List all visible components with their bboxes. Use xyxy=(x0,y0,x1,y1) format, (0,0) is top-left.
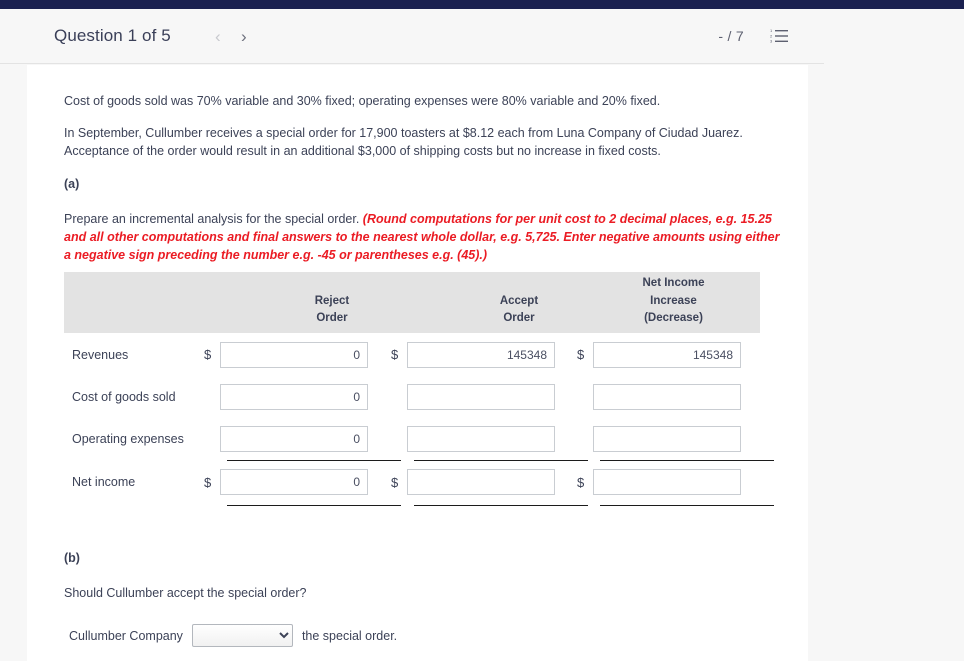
input-accept-revenues[interactable] xyxy=(407,341,555,368)
column-header-line1: Net Income xyxy=(642,277,705,290)
input-netincome-net-income[interactable] xyxy=(593,469,741,495)
paragraph-special-order: In September, Cullumber receives a speci… xyxy=(64,126,743,159)
input-reject-cogs[interactable] xyxy=(220,384,368,410)
chevron-left-icon[interactable]: ‹ xyxy=(205,23,231,49)
page-title: Question 1 of 5 xyxy=(54,26,171,45)
currency-symbol: $ xyxy=(577,347,585,362)
header-right-group: - / 7 1 2 3 xyxy=(718,28,824,44)
cell-reject-net-income: $ xyxy=(204,469,368,495)
total-rule-reject xyxy=(227,505,401,506)
column-header-line3: Order xyxy=(316,311,348,324)
cell-reject-cogs: $ xyxy=(204,384,368,410)
column-header-line3: Order xyxy=(503,311,535,324)
currency-symbol: $ xyxy=(204,347,212,362)
total-rule-accept xyxy=(414,505,588,506)
input-netincome-opex[interactable] xyxy=(593,426,741,452)
input-accept-opex[interactable] xyxy=(407,426,555,452)
cell-accept-cogs: $ xyxy=(391,384,555,410)
column-header-line2: Accept xyxy=(499,294,539,307)
row-label-net-income: Net income xyxy=(72,475,136,489)
cell-accept-opex: $ xyxy=(391,426,555,452)
part-b-answer-row: Cullumber Company should acceptshould no… xyxy=(69,624,397,647)
cell-netincome-cogs: $ xyxy=(577,384,741,410)
table-row: Operating expenses $ $ $ xyxy=(64,418,774,461)
part-a-label: (a) xyxy=(64,177,80,191)
currency-symbol: $ xyxy=(204,474,212,490)
question-page: Question 1 of 5 ‹ › - / 7 1 2 3 Cost of … xyxy=(0,0,964,661)
table-header-row: Reject Order Accept Order Net Income Inc… xyxy=(64,272,760,333)
header-left-group: Question 1 of 5 ‹ › xyxy=(0,23,257,49)
input-reject-opex[interactable] xyxy=(220,426,368,452)
accept-order-dropdown[interactable]: should acceptshould not accept xyxy=(191,624,293,647)
instruction-plain: Prepare an incremental analysis for the … xyxy=(64,212,363,226)
table-row: Net income $ $ $ xyxy=(64,460,774,506)
table-row: Revenues $ $ $ xyxy=(64,333,760,376)
part-b-question: Should Cullumber accept the special orde… xyxy=(64,586,307,600)
column-header-line2: Reject xyxy=(314,294,350,307)
column-header-line3: (Decrease) xyxy=(644,311,703,324)
column-header-line2: Increase xyxy=(650,294,697,307)
cell-accept-revenues: $ xyxy=(391,341,555,368)
cell-netincome-opex: $ xyxy=(577,426,741,452)
cell-netincome-revenues: $ xyxy=(577,341,741,368)
svg-text:3: 3 xyxy=(770,39,773,44)
column-header-net-income-change: Net Income Increase (Decrease) xyxy=(587,275,760,327)
input-reject-net-income[interactable] xyxy=(220,469,368,495)
input-reject-revenues[interactable] xyxy=(220,341,368,368)
input-netincome-revenues[interactable] xyxy=(593,341,741,368)
part-b-label: (b) xyxy=(64,551,80,565)
table-body: Revenues $ $ $ Cost o xyxy=(64,333,774,506)
answer-prefix-label: Cullumber Company xyxy=(69,628,183,643)
score-display: - / 7 xyxy=(718,28,744,44)
input-accept-net-income[interactable] xyxy=(407,469,555,495)
column-header-accept-order: Accept Order xyxy=(444,293,594,328)
row-label-revenues: Revenues xyxy=(72,347,129,362)
numbered-list-icon[interactable]: 1 2 3 xyxy=(770,28,788,44)
row-label-operating-expenses: Operating expenses xyxy=(72,432,184,446)
question-navigation: ‹ › xyxy=(205,23,257,49)
input-accept-cogs[interactable] xyxy=(407,384,555,410)
currency-symbol: $ xyxy=(391,347,399,362)
paragraph-cost-structure: Cost of goods sold was 70% variable and … xyxy=(64,94,661,108)
cell-reject-opex: $ xyxy=(204,426,368,452)
table-row: Cost of goods sold $ $ $ xyxy=(64,376,760,418)
top-accent-bar xyxy=(0,0,964,9)
currency-symbol: $ xyxy=(577,474,585,490)
question-content-sheet: Cost of goods sold was 70% variable and … xyxy=(27,65,808,661)
question-header: Question 1 of 5 ‹ › - / 7 1 2 3 xyxy=(0,9,824,64)
column-header-reject-order: Reject Order xyxy=(257,293,407,328)
cell-accept-net-income: $ xyxy=(391,469,555,495)
currency-symbol: $ xyxy=(391,474,399,490)
cell-reject-revenues: $ xyxy=(204,341,368,368)
answer-suffix-label: the special order. xyxy=(301,628,398,643)
row-label-cost-of-goods-sold: Cost of goods sold xyxy=(72,390,176,404)
input-netincome-cogs[interactable] xyxy=(593,384,741,410)
incremental-analysis-table: Reject Order Accept Order Net Income Inc… xyxy=(64,272,774,506)
cell-netincome-net-income: $ xyxy=(577,469,741,495)
total-rule-netincome xyxy=(600,505,774,506)
part-a-instructions: Prepare an incremental analysis for the … xyxy=(64,210,786,264)
chevron-right-icon[interactable]: › xyxy=(231,23,257,49)
